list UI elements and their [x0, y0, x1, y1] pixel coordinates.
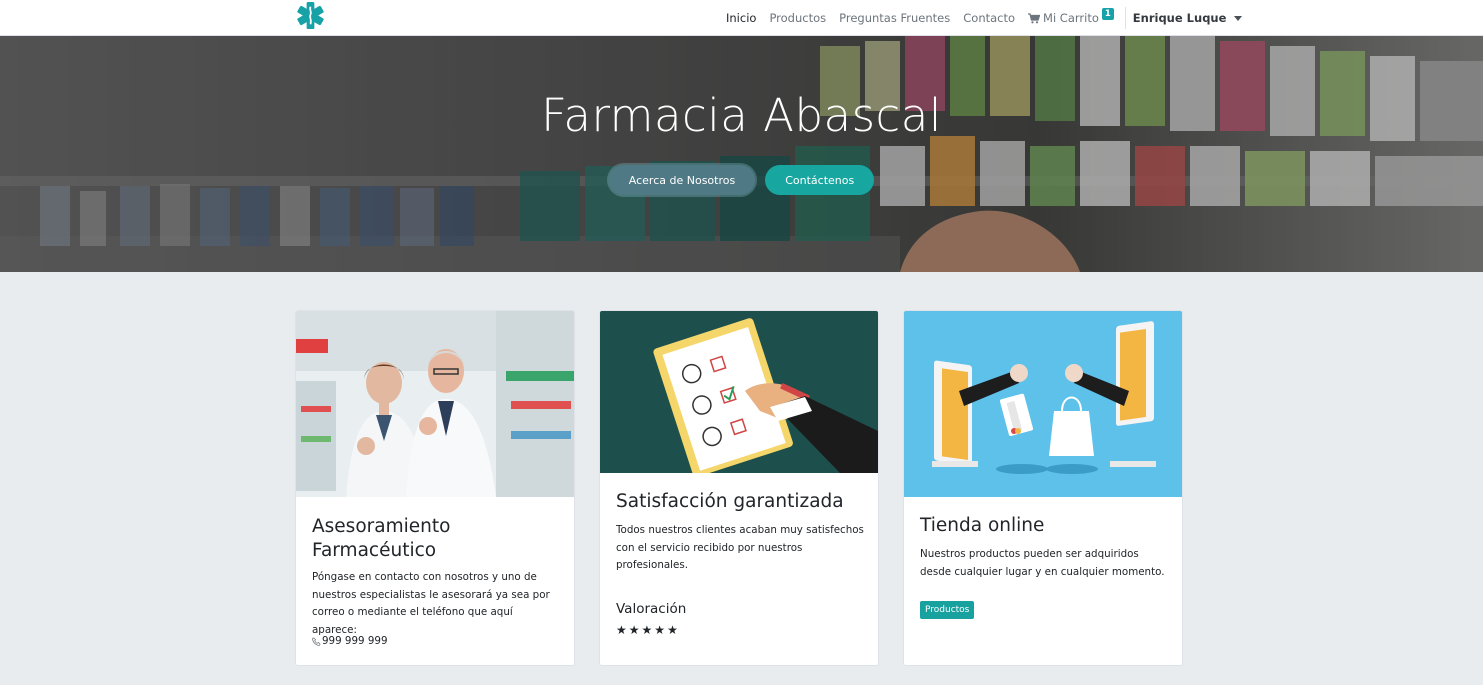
nav-item-preguntas[interactable]: Preguntas Fruentes: [839, 11, 950, 25]
card-title: Tienda online: [920, 515, 1045, 536]
user-menu[interactable]: Enrique Luque: [1133, 11, 1243, 25]
card-pharmaceutical-advice: Asesoramiento Farmacéutico Póngase en co…: [295, 310, 575, 666]
products-button[interactable]: Productos: [920, 601, 975, 619]
star-icon: ★: [667, 623, 678, 637]
card-title: Asesoramiento Farmacéutico: [312, 516, 451, 561]
survey-checklist-image: [600, 311, 878, 473]
cart-label: Mi Carrito: [1043, 11, 1099, 25]
online-shopping-image: [904, 311, 1182, 497]
star-icon: ★: [641, 623, 653, 637]
medical-star-logo-icon[interactable]: [296, 1, 325, 30]
phone-text: 999 999 999: [322, 635, 388, 647]
main-nav: Inicio Productos Preguntas Fruentes Cont…: [726, 0, 1243, 36]
card-online-store: Tienda online Nuestros productos pueden …: [903, 310, 1183, 666]
phone-number: 999 999 999: [312, 635, 388, 647]
hero-banner: Farmacia Abascal Acerca de Nosotros Cont…: [0, 36, 1483, 272]
navbar: Inicio Productos Preguntas Fruentes Cont…: [0, 0, 1483, 36]
nav-item-inicio[interactable]: Inicio: [726, 11, 756, 25]
shopping-cart-icon: [1028, 12, 1041, 23]
card-satisfaction: Satisfacción garantizada Todos nuestros …: [599, 310, 879, 666]
star-icon: ★: [628, 623, 640, 637]
phone-icon: [312, 636, 321, 646]
cart-count-badge: 1: [1101, 8, 1114, 20]
nav-item-contacto[interactable]: Contacto: [963, 11, 1015, 25]
star-icon: ★: [654, 623, 666, 637]
card-text: Nuestros productos pueden ser adquiridos…: [920, 548, 1165, 578]
card-text: Póngase en contacto con nosotros y uno d…: [312, 571, 550, 636]
pharmacy-shelves-background-image: [0, 36, 1483, 272]
user-name: Enrique Luque: [1132, 11, 1227, 25]
chevron-down-icon: [1234, 15, 1243, 21]
contact-us-button[interactable]: Contáctenos: [765, 165, 875, 195]
about-us-button[interactable]: Acerca de Nosotros: [608, 165, 756, 195]
card-title: Satisfacción garantizada: [616, 491, 844, 512]
star-icon: ★: [616, 623, 627, 637]
nav-divider: [1124, 7, 1126, 29]
rating-title: Valoración: [616, 601, 687, 617]
hero-title: Farmacia Abascal: [541, 89, 942, 142]
hero-buttons: Acerca de Nosotros Contáctenos: [0, 165, 1483, 195]
nav-item-cart[interactable]: Mi Carrito 1: [1028, 8, 1114, 25]
rating-stars: ★ ★ ★ ★ ★: [616, 623, 680, 637]
pharmacists-photo-image: [296, 311, 574, 497]
nav-item-productos[interactable]: Productos: [769, 11, 826, 25]
card-text: Todos nuestros clientes acaban muy satis…: [616, 524, 864, 571]
